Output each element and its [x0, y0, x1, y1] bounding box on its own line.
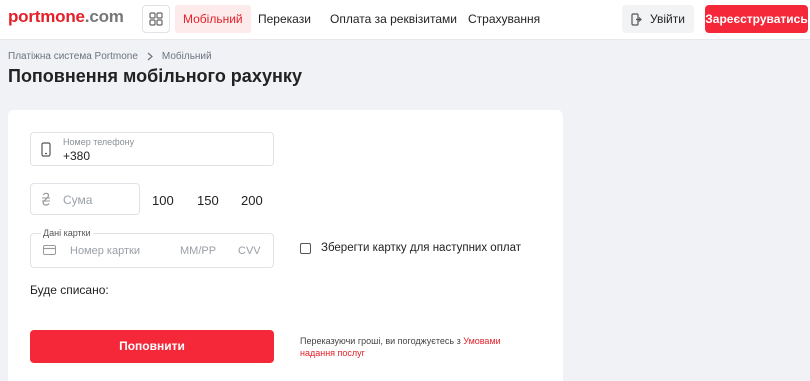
apps-grid-button[interactable]	[142, 5, 170, 33]
logo-main-text: portmone	[8, 7, 85, 26]
sum-input[interactable]: Сума	[30, 183, 140, 215]
nav-payment-by-details[interactable]: Оплата за реквізитами	[322, 5, 465, 33]
portmone-logo[interactable]: portmone.com	[8, 7, 124, 27]
amount-option-200[interactable]: 200	[241, 193, 263, 208]
phone-field[interactable]: Номер телефону +380	[30, 132, 274, 166]
nav-insurance[interactable]: Страхування	[460, 5, 548, 33]
terms-text: Переказуючи гроші, ви погоджуєтесь з	[300, 336, 461, 346]
card-cvv-input[interactable]: CVV	[238, 245, 261, 257]
credit-card-icon	[43, 245, 56, 255]
terms-notice: Переказуючи гроші, ви погоджуєтесь з Умо…	[300, 335, 525, 359]
page-title: Поповнення мобільного рахунку	[8, 66, 302, 86]
breadcrumb-home[interactable]: Платіжна система Portmone	[8, 51, 138, 62]
amount-option-150[interactable]: 150	[197, 193, 219, 208]
sum-placeholder: Сума	[63, 193, 93, 207]
chevron-right-icon	[147, 52, 153, 61]
breadcrumb: Платіжна система Portmone Мобільний	[8, 51, 212, 62]
card-data-label: Дані картки	[41, 228, 93, 238]
phone-field-value[interactable]: +380	[63, 149, 90, 163]
breadcrumb-current: Мобільний	[161, 51, 212, 62]
save-card-label[interactable]: Зберегти картку для наступних оплат	[321, 242, 521, 254]
top-header: portmone.com Мобільний Перекази Оплата з…	[0, 0, 810, 40]
card-expiry-input[interactable]: MM/PP	[180, 245, 216, 257]
card-data-field: Номер картки MM/PP CVV	[30, 233, 274, 268]
nav-mobile[interactable]: Мобільний	[175, 5, 251, 33]
card-number-input[interactable]: Номер картки	[70, 245, 140, 257]
logo-suffix-text: .com	[84, 7, 124, 26]
apps-grid-icon	[149, 12, 163, 26]
register-button[interactable]: Зареєструватись	[705, 5, 808, 33]
debit-amount-label: Буде списано:	[30, 283, 109, 297]
top-up-button[interactable]: Поповнити	[30, 330, 274, 363]
phone-icon	[41, 142, 51, 157]
hryvnia-icon	[42, 192, 50, 206]
login-label: Увійти	[650, 12, 685, 26]
save-card-checkbox[interactable]	[300, 243, 311, 254]
phone-field-label: Номер телефону	[63, 137, 135, 147]
amount-option-100[interactable]: 100	[152, 193, 174, 208]
login-icon	[631, 12, 642, 26]
nav-transfers[interactable]: Перекази	[250, 5, 319, 33]
login-button[interactable]: Увійти	[622, 5, 694, 33]
